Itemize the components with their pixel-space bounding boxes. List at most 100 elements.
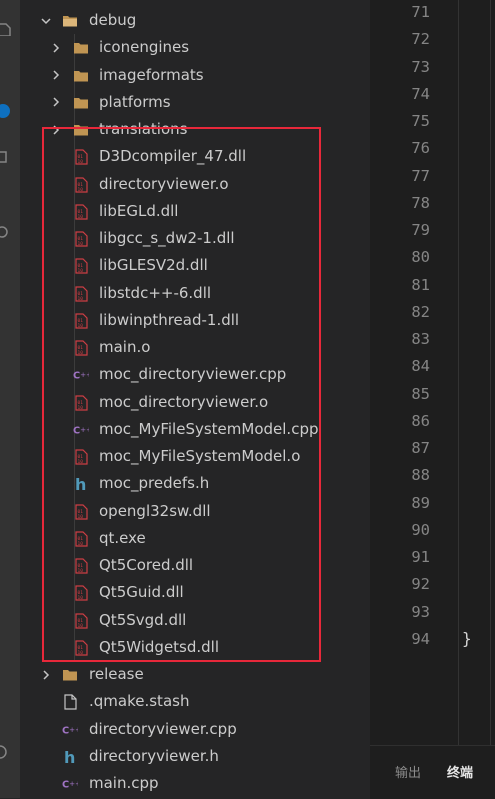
accounts-icon[interactable] xyxy=(0,745,14,759)
svg-text:10: 10 xyxy=(77,350,83,356)
line-number: 78 xyxy=(411,193,430,212)
line-number: 76 xyxy=(411,139,430,158)
line-number: 87 xyxy=(411,439,430,457)
folder-iconengines[interactable]: iconengines xyxy=(20,34,370,61)
bottom-panel: 输出 终端 xyxy=(370,745,495,799)
line-number: 77 xyxy=(411,166,430,185)
svg-text:h: h xyxy=(75,476,86,492)
tree-item-label: moc_predefs.h xyxy=(99,474,210,493)
line-number: 90 xyxy=(411,520,430,539)
svg-text:10: 10 xyxy=(77,187,83,193)
file-item[interactable]: 01 10 libwinpthread-1.dll xyxy=(20,307,370,334)
chevron-down-icon[interactable] xyxy=(40,7,52,34)
tree-item-label: translations xyxy=(99,120,188,138)
svg-text:++: ++ xyxy=(80,425,89,434)
svg-text:10: 10 xyxy=(77,241,83,247)
extensions-icon[interactable] xyxy=(0,225,14,239)
file-item[interactable]: 01 10 D3Dcompiler_47.dll xyxy=(20,143,370,170)
file-item[interactable]: 01 10 Qt5Widgetsd.dll xyxy=(20,634,370,661)
folder-debug[interactable]: debug xyxy=(20,7,370,34)
folder-translations[interactable]: translations xyxy=(20,116,370,143)
binary-file-icon: 01 10 xyxy=(73,449,89,465)
file-item[interactable]: 01 10 Qt5Svgd.dll xyxy=(20,607,370,634)
binary-file-icon: 01 10 xyxy=(73,231,89,247)
folder-release[interactable]: release xyxy=(20,661,370,688)
cpp-file-icon: C++ xyxy=(62,722,78,738)
tree-item-label: libgcc_s_dw2-1.dll xyxy=(99,229,235,247)
folder-icon xyxy=(73,68,89,84)
svg-text:10: 10 xyxy=(77,568,83,574)
file-item[interactable]: C++ directoryviewer.cpp xyxy=(20,716,370,743)
file-item[interactable]: 01 10 moc_directoryviewer.o xyxy=(20,389,370,416)
file-item[interactable]: C++ moc_directoryviewer.cpp xyxy=(20,361,370,388)
binary-file-icon: 01 10 xyxy=(73,558,89,574)
file-item[interactable]: 01 10 qt.exe xyxy=(20,525,370,552)
line-number: 71 xyxy=(411,3,430,21)
files-icon[interactable] xyxy=(0,22,14,36)
svg-text:10: 10 xyxy=(77,623,83,629)
notification-badge-icon xyxy=(0,104,10,118)
folder-icon xyxy=(73,95,89,111)
file-item[interactable]: 01 10 Qt5Guid.dll xyxy=(20,579,370,606)
folder-platforms[interactable]: platforms xyxy=(20,89,370,116)
file-item[interactable]: C++ moc_MyFileSystemModel.cpp xyxy=(20,416,370,443)
file-item[interactable]: 01 10 libstdc++-6.dll xyxy=(20,280,370,307)
binary-file-icon: 01 10 xyxy=(73,585,89,601)
svg-text:h: h xyxy=(64,749,75,765)
line-number: 88 xyxy=(411,466,430,485)
svg-text:C: C xyxy=(73,371,80,382)
file-item[interactable]: 01 10 libGLESV2d.dll xyxy=(20,252,370,279)
tab-output[interactable]: 输出 xyxy=(395,762,421,781)
binary-file-icon: 01 10 xyxy=(73,176,89,193)
file-explorer-tree: debug iconengines imageformats platforms tra… xyxy=(20,0,370,798)
chevron-right-icon[interactable] xyxy=(40,661,52,688)
svg-text:10: 10 xyxy=(77,459,83,465)
file-item[interactable]: 01 10 libgcc_s_dw2-1.dll xyxy=(20,225,370,252)
binary-file-icon: 01 10 xyxy=(73,340,89,356)
cpp-file-icon: C++ xyxy=(73,367,89,383)
binary-file-icon: 01 10 xyxy=(73,285,89,302)
file-item[interactable]: C++ main.cpp xyxy=(20,770,370,797)
binary-file-icon: 01 10 xyxy=(73,612,89,629)
svg-text:10: 10 xyxy=(77,323,83,329)
file-item[interactable]: 01 10 moc_MyFileSystemModel.o xyxy=(20,443,370,470)
chevron-right-icon[interactable] xyxy=(50,34,62,61)
binary-file-icon: 01 10 xyxy=(73,149,89,165)
file-item[interactable]: 01 10 directoryviewer.o xyxy=(20,171,370,198)
line-number: 84 xyxy=(411,357,430,376)
line-number: 94 xyxy=(411,629,430,648)
tree-item-label: directoryviewer.h xyxy=(89,746,219,765)
tree-item-label: main.o xyxy=(99,338,151,356)
svg-text:10: 10 xyxy=(77,541,83,547)
file-item[interactable]: 01 10 main.o xyxy=(20,334,370,361)
chevron-right-icon[interactable] xyxy=(50,89,62,116)
line-number: 73 xyxy=(411,57,430,76)
tree-item-label: moc_MyFileSystemModel.o xyxy=(99,447,301,465)
file-icon xyxy=(62,694,78,710)
svg-text:C: C xyxy=(73,425,80,436)
file-item[interactable]: .qmake.stash xyxy=(20,688,370,715)
binary-file-icon: 01 10 xyxy=(73,640,89,656)
svg-text:10: 10 xyxy=(77,214,83,220)
tree-item-label: Qt5Widgetsd.dll xyxy=(99,637,220,656)
file-item[interactable]: h moc_predefs.h xyxy=(20,470,370,497)
tree-item-label: libwinpthread-1.dll xyxy=(99,310,240,329)
file-item[interactable]: 01 10 libEGLd.dll xyxy=(20,198,370,225)
file-item[interactable]: h directoryviewer.h xyxy=(20,743,370,770)
line-number: 89 xyxy=(411,493,430,512)
chevron-right-icon[interactable] xyxy=(50,116,62,143)
cpp-file-icon: C++ xyxy=(62,776,78,792)
tree-item-label: main.cpp xyxy=(89,774,159,792)
binary-file-icon: 01 10 xyxy=(73,313,89,329)
debug-icon[interactable] xyxy=(0,150,14,164)
folder-icon xyxy=(62,667,78,683)
chevron-right-icon[interactable] xyxy=(50,62,62,89)
header-file-icon: h xyxy=(73,476,89,492)
file-item[interactable]: 01 10 opengl32sw.dll xyxy=(20,498,370,525)
folder-imageformats[interactable]: imageformats xyxy=(20,62,370,89)
file-item[interactable]: 01 10 Qt5Cored.dll xyxy=(20,552,370,579)
svg-text:10: 10 xyxy=(77,405,83,411)
binary-file-icon: 01 10 xyxy=(73,531,89,547)
activity-bar xyxy=(0,0,20,798)
tab-terminal[interactable]: 终端 xyxy=(447,762,473,781)
